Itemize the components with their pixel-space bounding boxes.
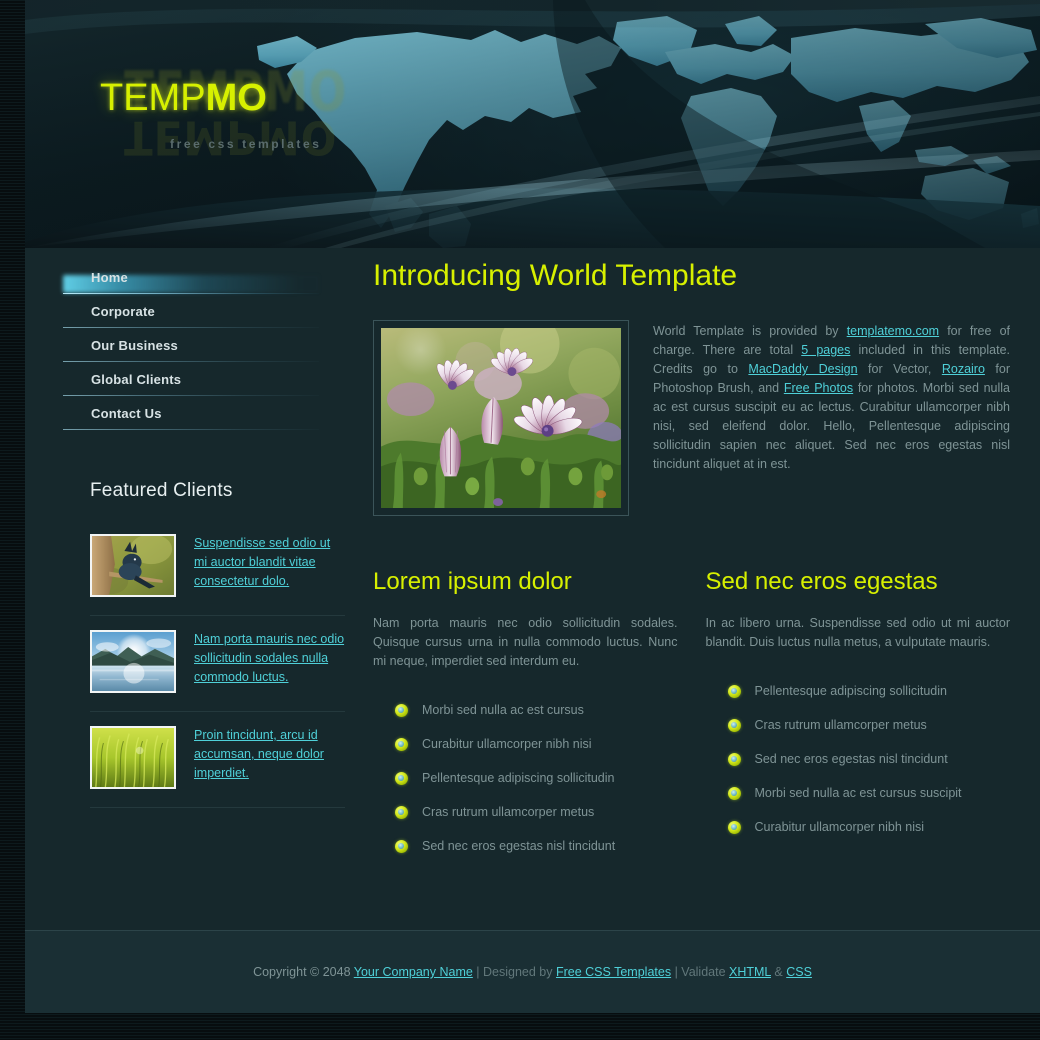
bullet-circle-icon [395,703,408,717]
content-column-right: Sed nec eros egestas In ac libero urna. … [706,568,1011,863]
bullet-circle-icon [395,805,408,819]
sidebar: Home Corporate Our Business Global Clien… [25,248,345,930]
column-paragraph-right: In ac libero urna. Suspendisse sed odio … [705,616,1011,649]
list-item: Morbi sed nulla ac est cursus suscipit [706,776,1011,810]
list-item: Curabitur ullamcorper nibh nisi [706,810,1011,844]
link-xhtml-validate[interactable]: XHTML [729,965,771,979]
intro-section: World Template is provided by templatemo… [373,320,1010,516]
bullet-text: Curabitur ullamcorper nibh nisi [754,820,925,834]
site-footer: Copyright © 2048 Your Company Name | Des… [25,930,1040,1013]
client-thumbnail-grass[interactable] [90,726,176,789]
link-templatemo[interactable]: templatemo.com [847,324,939,338]
page-title: Introducing World Template [373,259,738,292]
validate-prefix: | Validate [671,965,730,979]
list-item[interactable]: Proin tincidunt, arcu id accumsan, neque… [90,712,345,808]
main-navigation-menu: Home Corporate Our Business Global Clien… [63,260,319,430]
list-item: Pellentesque adipiscing sollicitudin [373,761,678,795]
column-paragraph-left: Nam porta mauris nec odio sollicitudin s… [373,616,678,668]
content-wrapper: Home Corporate Our Business Global Clien… [25,248,1040,930]
bullet-text: Pellentesque adipiscing sollicitudin [422,771,615,785]
client-link[interactable]: Proin tincidunt, arcu id accumsan, neque… [194,726,345,783]
bullet-circle-icon [727,718,741,732]
nav-link-contact-us[interactable]: Contact Us [63,396,319,430]
site-tagline: free css templates [170,137,322,151]
link-macdaddy-design[interactable]: MacDaddy Design [748,362,857,376]
bullet-list-left: Morbi sed nulla ac est cursus Curabitur … [373,693,678,863]
bullet-circle-icon [395,771,408,785]
list-item: Sed nec eros egestas nisl tincidunt [373,829,678,863]
bullet-text: Pellentesque adipiscing sollicitudin [754,684,947,698]
featured-clients-list: Suspendisse sed odio ut mi auctor blandi… [90,520,345,808]
bullet-circle-icon [395,737,408,751]
sidebar-item-home[interactable]: Home [63,260,319,294]
bullet-text: Cras rutrum ullamcorper metus [422,805,595,819]
footer-copyright-text: Copyright © 2048 Your Company Name | Des… [253,965,812,979]
bullet-text: Cras rutrum ullamcorper metus [754,718,927,732]
nav-link-global-clients[interactable]: Global Clients [63,362,319,396]
bullet-text: Sed nec eros egestas nisl tincidunt [422,839,616,853]
featured-clients-heading: Featured Clients [90,480,233,501]
link-free-css-templates[interactable]: Free CSS Templates [556,965,671,979]
logo-text-temp: TEMP [100,77,206,119]
bullet-circle-icon [727,820,741,834]
list-item: Cras rutrum ullamcorper metus [706,708,1011,742]
designed-by-prefix: | Designed by [472,965,556,979]
nav-link-home[interactable]: Home [63,260,319,294]
bullet-circle-icon [395,839,408,853]
sidebar-item-global-clients[interactable]: Global Clients [63,362,319,396]
column-heading-sed-nec: Sed nec eros egestas [705,568,938,595]
ampersand: & [770,965,787,979]
client-link[interactable]: Suspendisse sed odio ut mi auctor blandi… [194,534,345,591]
list-item: Curabitur ullamcorper nibh nisi [373,727,678,761]
column-heading-lorem: Lorem ipsum dolor [373,568,572,595]
intro-text-part-4: for Vector, [857,362,942,376]
list-item: Sed nec eros egestas nisl tincidunt [706,742,1011,776]
link-rozairo[interactable]: Rozairo [942,362,985,376]
bullet-list-right: Pellentesque adipiscing sollicitudin Cra… [706,674,1011,844]
client-link[interactable]: Nam porta mauris nec odio sollicitudin s… [194,630,345,687]
logo-text-mo: MO [205,77,267,119]
bullet-text: Morbi sed nulla ac est cursus suscipit [754,786,962,800]
intro-text-part-1: World Template is provided by [653,324,847,338]
list-item: Pellentesque adipiscing sollicitudin [706,674,1011,708]
bullet-text: Sed nec eros egestas nisl tincidunt [754,752,948,766]
nav-link-corporate[interactable]: Corporate [63,294,319,328]
bullet-circle-icon [727,684,741,698]
content-column-left: Lorem ipsum dolor Nam porta mauris nec o… [373,568,678,863]
list-item[interactable]: Nam porta mauris nec odio sollicitudin s… [90,616,345,712]
bullet-circle-icon [727,786,741,800]
bullet-text: Curabitur ullamcorper nibh nisi [422,737,592,751]
intro-paragraph: World Template is provided by templatemo… [653,320,1010,474]
bullet-text: Morbi sed nulla ac est cursus [422,703,584,717]
page-wrapper: TEMPMO TEMPMO TEMPMO free css templates … [25,0,1040,1013]
two-column-section: Lorem ipsum dolor Nam porta mauris nec o… [373,568,1010,863]
sidebar-item-our-business[interactable]: Our Business [63,328,319,362]
list-item[interactable]: Suspendisse sed odio ut mi auctor blandi… [90,520,345,616]
logo-block: TEMPMO TEMPMO TEMPMO free css templates [100,61,440,165]
list-item: Morbi sed nulla ac est cursus [373,693,678,727]
client-thumbnail-lake[interactable] [90,630,176,693]
site-header-banner: TEMPMO TEMPMO TEMPMO free css templates [25,0,1040,248]
main-content: Introducing World Template World Templat… [345,248,1040,930]
list-item: Cras rutrum ullamcorper metus [373,795,678,829]
nav-link-our-business[interactable]: Our Business [63,328,319,362]
daisies-photo [381,328,621,508]
site-logo-link[interactable]: TEMPMO [100,75,267,121]
client-thumbnail-bird[interactable] [90,534,176,597]
bullet-circle-icon [727,752,741,766]
copyright-prefix: Copyright © 2048 [253,965,354,979]
intro-image-frame [373,320,629,516]
link-5-pages[interactable]: 5 pages [801,343,850,357]
link-free-photos[interactable]: Free Photos [784,381,853,395]
link-css-validate[interactable]: CSS [786,965,812,979]
link-your-company-name[interactable]: Your Company Name [354,965,473,979]
sidebar-item-contact-us[interactable]: Contact Us [63,396,319,430]
sidebar-item-corporate[interactable]: Corporate [63,294,319,328]
